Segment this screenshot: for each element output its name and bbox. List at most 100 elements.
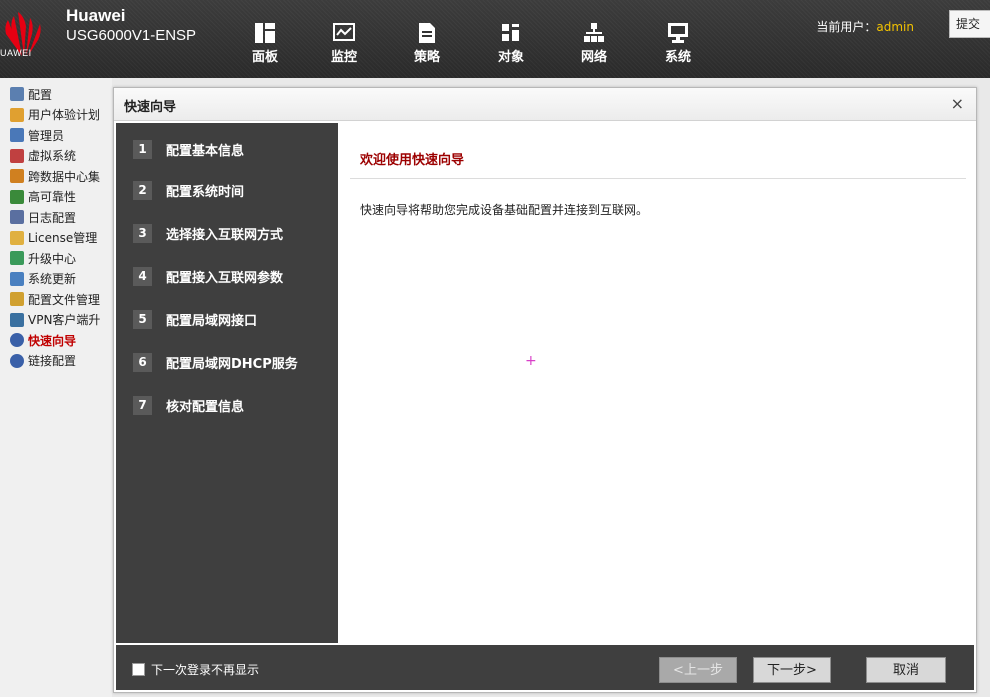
sidebar-item-admin[interactable]: 管理员: [0, 125, 112, 146]
panel-icon: [255, 23, 275, 43]
license-icon: [10, 230, 24, 245]
step-label: 配置基本信息: [166, 143, 245, 159]
wizard-content: 欢迎使用快速向导 快速向导将帮助您完成设备基础配置并连接到互联网。 +: [338, 123, 974, 643]
nav-panel-label: 面板: [251, 50, 278, 65]
sidebar-item-high-availability[interactable]: 高可靠性: [0, 187, 112, 208]
step-number: 1: [133, 139, 152, 159]
sidebar-item-label: License管理: [28, 231, 98, 246]
dont-show-again-checkbox[interactable]: 下一次登录不再显示: [132, 661, 259, 678]
log-config-icon: [10, 210, 24, 225]
step-number: 3: [133, 223, 152, 243]
sidebar: 配置 用户体验计划 管理员 虚拟系统 跨数据中心集 高可靠性 日志配置 Lice…: [0, 78, 112, 697]
sidebar-item-cross-dc[interactable]: 跨数据中心集: [0, 166, 112, 187]
logo-text: UAWEI: [0, 48, 32, 58]
nav-system-label: 系统: [664, 50, 691, 65]
step-label: 配置局域网DHCP服务: [166, 356, 298, 372]
system-update-icon: [10, 271, 24, 286]
sidebar-item-label: 用户体验计划: [28, 108, 101, 123]
sidebar-item-virtual-system[interactable]: 虚拟系统: [0, 146, 112, 167]
sidebar-item-config[interactable]: 配置: [0, 84, 112, 105]
device-model: USG6000V1-ENSP: [66, 27, 197, 44]
submit-button[interactable]: 提交: [949, 10, 990, 38]
admin-icon: [10, 128, 24, 143]
step-number: 5: [133, 309, 152, 329]
config-icon: [10, 87, 24, 102]
sidebar-item-label: VPN客户端升: [28, 313, 101, 328]
wizard-step: 4 配置接入互联网参数: [133, 264, 283, 288]
quick-wizard-icon: [10, 333, 24, 348]
sidebar-item-label: 虚拟系统: [28, 149, 77, 164]
user-experience-icon: [10, 107, 24, 122]
sidebar-item-log-config[interactable]: 日志配置: [0, 207, 112, 228]
sidebar-item-system-update[interactable]: 系统更新: [0, 269, 112, 290]
config-file-icon: [10, 292, 24, 307]
dialog-header: 快速向导 ×: [114, 88, 976, 121]
quick-wizard-dialog: 快速向导 × 1 配置基本信息 2 配置系统时间 3 选择接入互联网方式 4 配置接入互…: [113, 87, 977, 693]
wizard-steps: 1 配置基本信息 2 配置系统时间 3 选择接入互联网方式 4 配置接入互联网参数 5配…: [116, 123, 338, 643]
brand-name: Huawei: [66, 6, 126, 25]
step-number: 6: [133, 352, 152, 372]
sidebar-item-label: 管理员: [28, 128, 65, 143]
step-number: 7: [133, 395, 152, 415]
current-user: 当前用户：admin: [816, 18, 914, 35]
sidebar-item-label: 配置: [28, 87, 53, 102]
prev-button[interactable]: <上一步: [659, 657, 737, 683]
sidebar-item-upgrade-center[interactable]: 升级中心: [0, 248, 112, 269]
nav-policy[interactable]: 策略: [397, 22, 457, 72]
virtual-system-icon: [10, 148, 24, 163]
sidebar-item-label: 快速向导: [28, 333, 77, 348]
high-availability-icon: [10, 189, 24, 204]
step-label: 配置局域网接口: [166, 313, 258, 329]
sidebar-item-link-config[interactable]: 链接配置: [0, 351, 112, 372]
nav-network-label: 网络: [580, 50, 607, 65]
checkbox-label: 下一次登录不再显示: [151, 663, 260, 677]
step-number: 4: [133, 266, 152, 286]
brand: Huawei USG6000V1-ENSP: [66, 6, 196, 46]
policy-icon: [419, 23, 435, 43]
sidebar-item-config-file[interactable]: 配置文件管理: [0, 289, 112, 310]
wizard-step: 7 核对配置信息: [133, 393, 244, 417]
close-icon[interactable]: ×: [951, 94, 964, 113]
nav-system[interactable]: 系统: [648, 22, 708, 72]
wizard-step: 3 选择接入互联网方式: [133, 221, 283, 245]
monitor-icon: [333, 23, 355, 41]
content-description: 快速向导将帮助您完成设备基础配置并连接到互联网。: [360, 203, 649, 217]
top-bar: UAWEI Huawei USG6000V1-ENSP 面板 监控 策略 对象 …: [0, 0, 990, 78]
step-label: 配置接入互联网参数: [166, 270, 284, 286]
nav-network[interactable]: 网络: [564, 22, 624, 72]
sidebar-item-license[interactable]: License管理: [0, 228, 112, 249]
content-divider: [350, 178, 966, 179]
current-user-name: admin: [876, 20, 914, 34]
cross-dc-icon: [10, 169, 24, 184]
nav-object-label: 对象: [497, 50, 524, 65]
sidebar-item-quick-wizard[interactable]: 快速向导: [0, 330, 112, 351]
sidebar-item-label: 链接配置: [28, 354, 77, 369]
sidebar-item-user-experience[interactable]: 用户体验计划: [0, 105, 112, 126]
wizard-step: 2 配置系统时间: [133, 178, 244, 202]
wizard-step: 5 配置局域网接口: [133, 307, 257, 331]
checkbox-box[interactable]: [132, 663, 145, 676]
nav-policy-label: 策略: [413, 50, 440, 65]
dialog-title: 快速向导: [124, 100, 177, 115]
link-config-icon: [10, 353, 24, 368]
next-button[interactable]: 下一步>: [753, 657, 831, 683]
sidebar-item-label: 日志配置: [28, 210, 77, 225]
step-label: 配置系统时间: [166, 184, 245, 200]
system-icon: [668, 23, 688, 43]
current-user-label: 当前用户：: [816, 20, 877, 34]
sidebar-item-label: 系统更新: [28, 272, 77, 287]
nav-panel[interactable]: 面板: [235, 22, 295, 72]
network-icon: [584, 23, 604, 42]
nav-monitor[interactable]: 监控: [314, 22, 374, 72]
step-number: 2: [133, 180, 152, 200]
sidebar-item-vpn-client[interactable]: VPN客户端升: [0, 310, 112, 331]
cursor-crosshair-icon: +: [525, 353, 537, 369]
sidebar-item-label: 跨数据中心集: [28, 169, 101, 184]
nav-object[interactable]: 对象: [481, 22, 541, 72]
cancel-button[interactable]: 取消: [866, 657, 946, 683]
nav-monitor-label: 监控: [330, 50, 357, 65]
sidebar-item-label: 配置文件管理: [28, 292, 101, 307]
vpn-client-icon: [10, 312, 24, 327]
dialog-footer: 下一次登录不再显示 <上一步 下一步> 取消: [116, 645, 974, 690]
wizard-step: 1 配置基本信息: [133, 137, 244, 161]
